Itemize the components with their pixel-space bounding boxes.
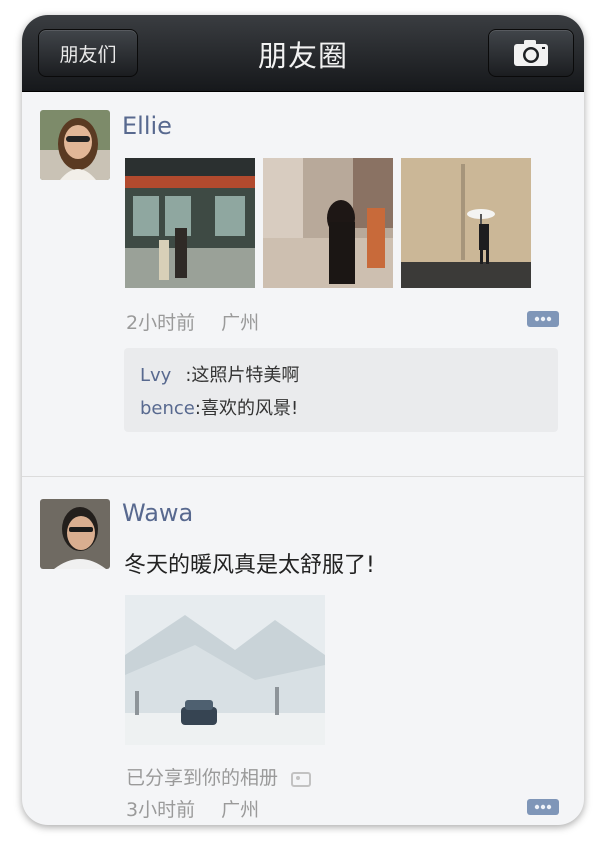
post-photo[interactable] — [401, 158, 531, 288]
moment-post: Ellie 2小时前 广州 Lvy:这照片特美啊 bence:喜欢的风景! — [22, 92, 584, 462]
post-author-name[interactable]: Wawa — [122, 499, 193, 527]
post-time: 2小时前 — [126, 312, 196, 334]
avatar[interactable] — [40, 110, 110, 180]
post-location[interactable]: 广州 — [221, 312, 259, 334]
comment-icon[interactable] — [526, 795, 560, 819]
post-text: 冬天的暖风真是太舒服了! — [124, 553, 375, 578]
post-author-name[interactable]: Ellie — [122, 112, 172, 140]
comment[interactable]: bence:喜欢的风景! — [140, 394, 298, 420]
camera-button[interactable] — [488, 29, 574, 77]
post-photo[interactable] — [263, 158, 393, 288]
phone-screen: 朋友们 朋友圈 Ellie 2小时前 广州 Lvy:这照片特美啊 bence:… — [22, 15, 584, 825]
post-meta: 2小时前 广州 — [126, 308, 259, 335]
comment-text: 这照片特美啊 — [191, 365, 300, 386]
album-icon — [291, 771, 312, 787]
moment-post: Wawa 冬天的暖风真是太舒服了! 已分享到你的相册 3小时前 广州 — [22, 477, 584, 825]
comment-author[interactable]: Lvy — [140, 365, 171, 386]
comment-icon[interactable] — [526, 307, 560, 331]
avatar[interactable] — [40, 499, 110, 569]
camera-icon — [514, 40, 548, 66]
post-meta: 3小时前 广州 — [126, 795, 259, 822]
share-text: 已分享到你的相册 — [126, 767, 279, 789]
share-note: 已分享到你的相册 — [126, 763, 312, 790]
post-photo[interactable] — [125, 158, 255, 288]
comment-author[interactable]: bence — [140, 398, 195, 419]
post-location[interactable]: 广州 — [221, 799, 259, 821]
comment-text: 喜欢的风景! — [200, 398, 299, 419]
navigation-bar: 朋友们 朋友圈 — [22, 15, 584, 92]
comments-box: Lvy:这照片特美啊 bence:喜欢的风景! — [124, 348, 558, 432]
post-time: 3小时前 — [126, 799, 196, 821]
comment[interactable]: Lvy:这照片特美啊 — [140, 361, 299, 387]
post-photo[interactable] — [125, 595, 325, 745]
